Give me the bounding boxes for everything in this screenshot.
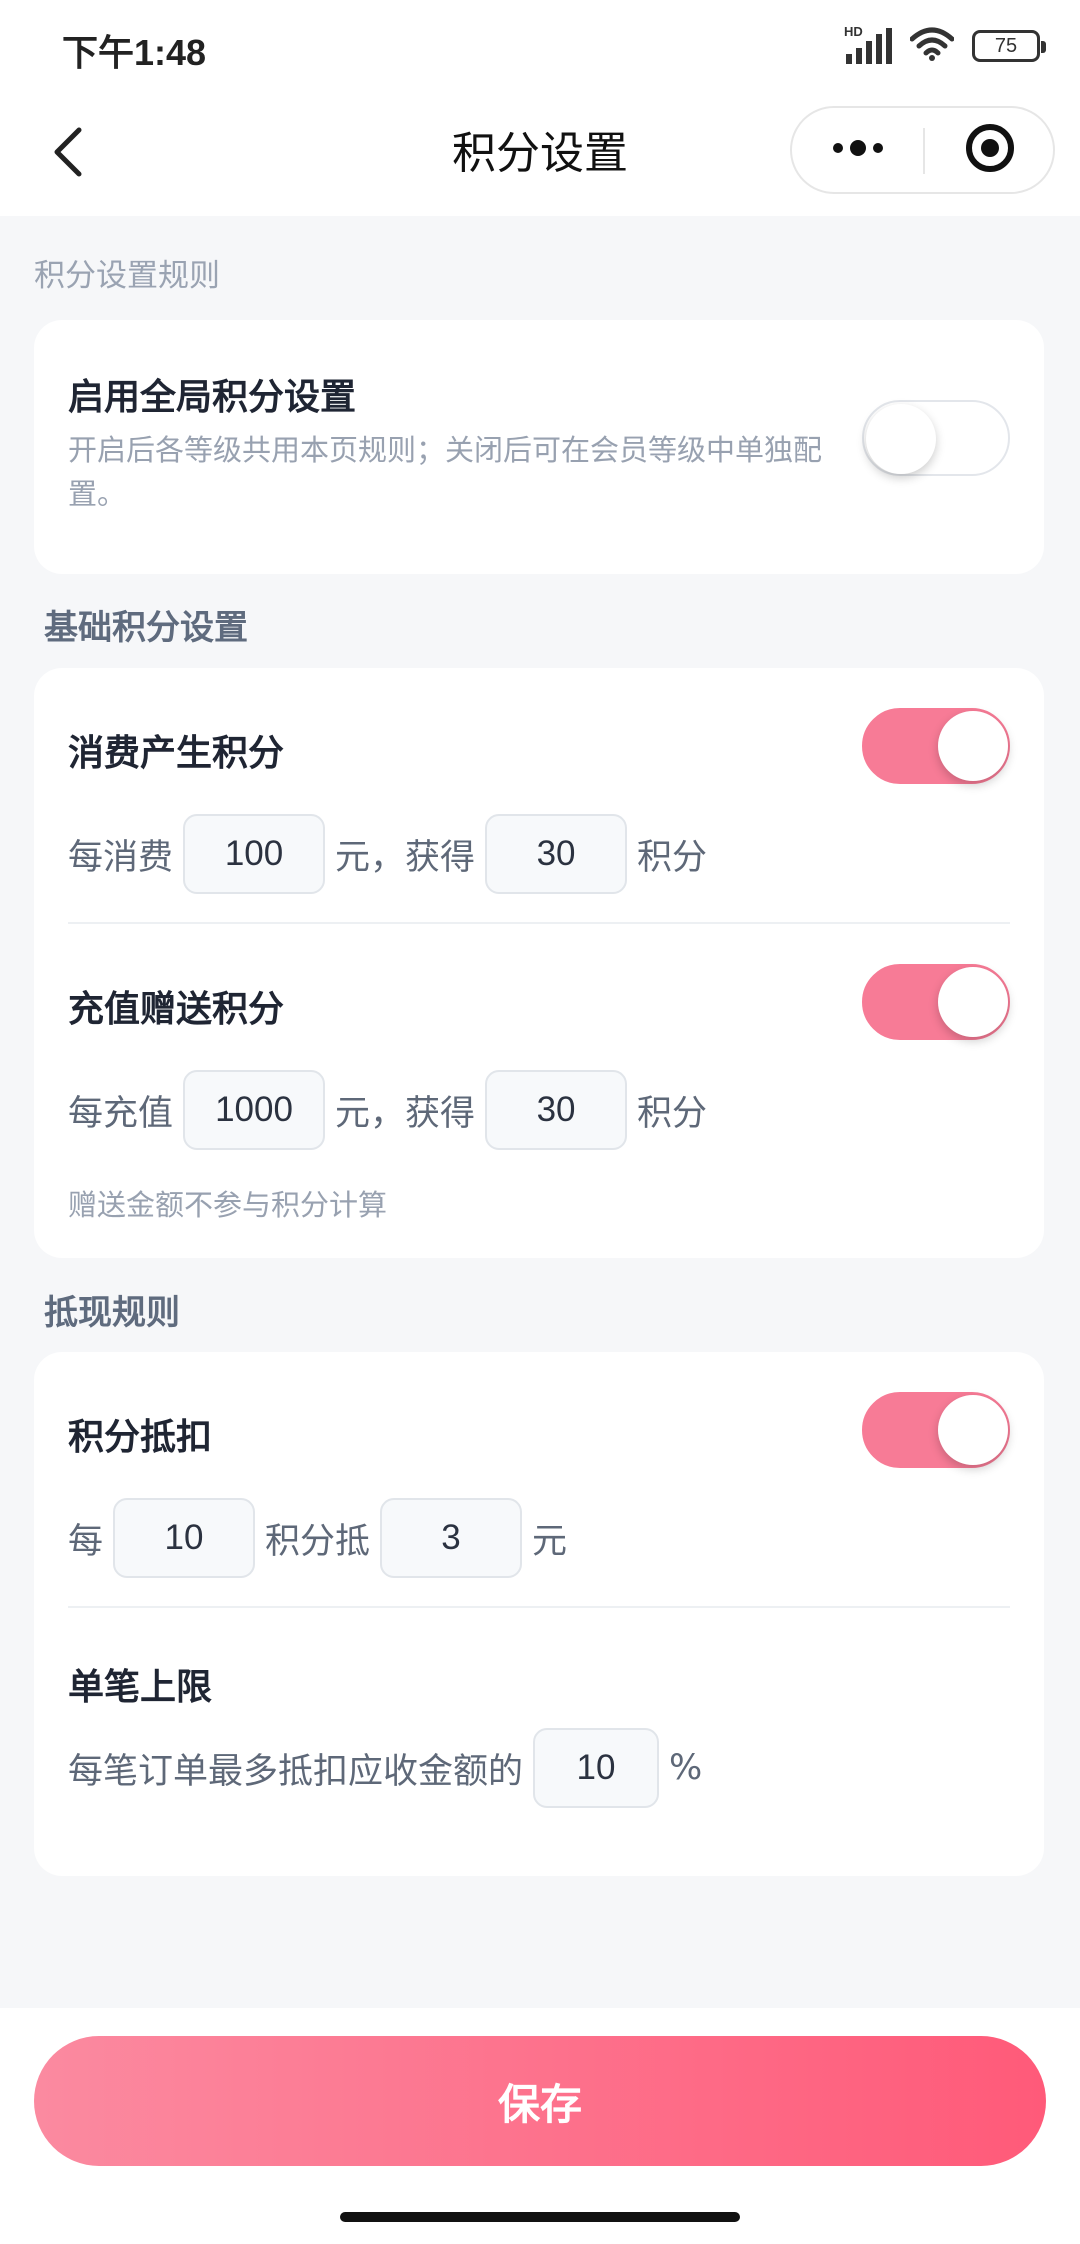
- rules-hint: 积分设置规则: [34, 258, 220, 294]
- consume-points-input[interactable]: 30: [485, 814, 628, 894]
- more-button[interactable]: [792, 108, 924, 192]
- wifi-icon: [909, 27, 955, 65]
- deduct-points-input[interactable]: 10: [113, 1498, 256, 1578]
- recharge-note: 赠送金额不参与积分计算: [68, 1188, 388, 1222]
- deduct-prefix-label: 每: [68, 1521, 104, 1562]
- toggle-knob: [866, 404, 936, 474]
- status-bar: 下午1:48 HD 75: [0, 0, 1080, 92]
- limit-rule-row: 每笔订单最多抵扣应收金额的 10 %: [68, 1728, 702, 1808]
- basic-points-card: 消费产生积分 每消费 100 元，获得 30 积分 充值赠送积分 每充值 100…: [34, 668, 1044, 1258]
- recharge-points-toggle[interactable]: [862, 964, 1010, 1040]
- global-setting-desc: 开启后各等级共用本页规则；关闭后可在会员等级中单独配置。: [68, 433, 823, 511]
- deduct-amount-input[interactable]: 3: [380, 1498, 523, 1578]
- consume-suffix-label: 积分: [637, 837, 708, 878]
- consume-rule-row: 每消费 100 元，获得 30 积分: [68, 814, 707, 894]
- basic-section-title: 基础积分设置: [44, 608, 248, 648]
- consume-middle-label: 元，获得: [335, 837, 476, 878]
- divider: [68, 922, 1010, 924]
- status-time: 下午1:48: [62, 32, 207, 73]
- limit-percent-input[interactable]: 10: [533, 1728, 660, 1808]
- status-icons: HD 75: [844, 24, 1046, 66]
- battery-icon: 75: [972, 30, 1046, 62]
- cashout-card: 积分抵扣 每 10 积分抵 3 元 单笔上限 每笔订单最多抵扣应收金额的 10 …: [34, 1352, 1044, 1876]
- toggle-knob: [938, 967, 1008, 1037]
- recharge-middle-label: 元，获得: [335, 1093, 476, 1134]
- limit-prefix-label: 每笔订单最多抵扣应收金额的: [68, 1751, 524, 1792]
- global-setting-toggle[interactable]: [862, 400, 1010, 476]
- consume-points-toggle[interactable]: [862, 708, 1010, 784]
- nav-bar: 积分设置: [0, 92, 1080, 216]
- divider: [68, 1606, 1010, 1608]
- battery-level: 75: [994, 34, 1018, 57]
- mini-program-capsule: [790, 106, 1055, 194]
- consume-amount-input[interactable]: 100: [183, 814, 326, 894]
- global-setting-title: 启用全局积分设置: [68, 377, 357, 418]
- cashout-section-title: 抵现规则: [44, 1293, 180, 1333]
- target-close-icon: [965, 123, 1015, 177]
- toggle-knob: [938, 711, 1008, 781]
- recharge-prefix-label: 每充值: [68, 1093, 174, 1134]
- consume-prefix-label: 每消费: [68, 837, 174, 878]
- deduct-suffix-label: 元: [532, 1521, 568, 1562]
- toggle-knob: [938, 1395, 1008, 1465]
- deduct-rule-row: 每 10 积分抵 3 元: [68, 1498, 567, 1578]
- recharge-rule-row: 每充值 1000 元，获得 30 积分: [68, 1070, 707, 1150]
- limit-suffix-label: %: [669, 1748, 703, 1788]
- home-indicator: [340, 2212, 740, 2222]
- limit-title: 单笔上限: [68, 1667, 213, 1708]
- deduct-toggle[interactable]: [862, 1392, 1010, 1468]
- recharge-points-title: 充值赠送积分: [68, 989, 285, 1030]
- close-mini-program-button[interactable]: [925, 108, 1055, 192]
- bottom-bar: 保存: [0, 2008, 1080, 2244]
- consume-points-title: 消费产生积分: [68, 733, 285, 774]
- more-dots-icon: [830, 138, 886, 162]
- recharge-suffix-label: 积分: [637, 1093, 708, 1134]
- recharge-amount-input[interactable]: 1000: [183, 1070, 326, 1150]
- global-setting-card: 启用全局积分设置 开启后各等级共用本页规则；关闭后可在会员等级中单独配置。: [34, 320, 1044, 574]
- recharge-points-input[interactable]: 30: [485, 1070, 628, 1150]
- deduct-middle-label: 积分抵: [265, 1521, 371, 1562]
- signal-icon: HD: [844, 24, 892, 64]
- save-button[interactable]: 保存: [34, 2036, 1046, 2166]
- deduct-title: 积分抵扣: [68, 1417, 213, 1458]
